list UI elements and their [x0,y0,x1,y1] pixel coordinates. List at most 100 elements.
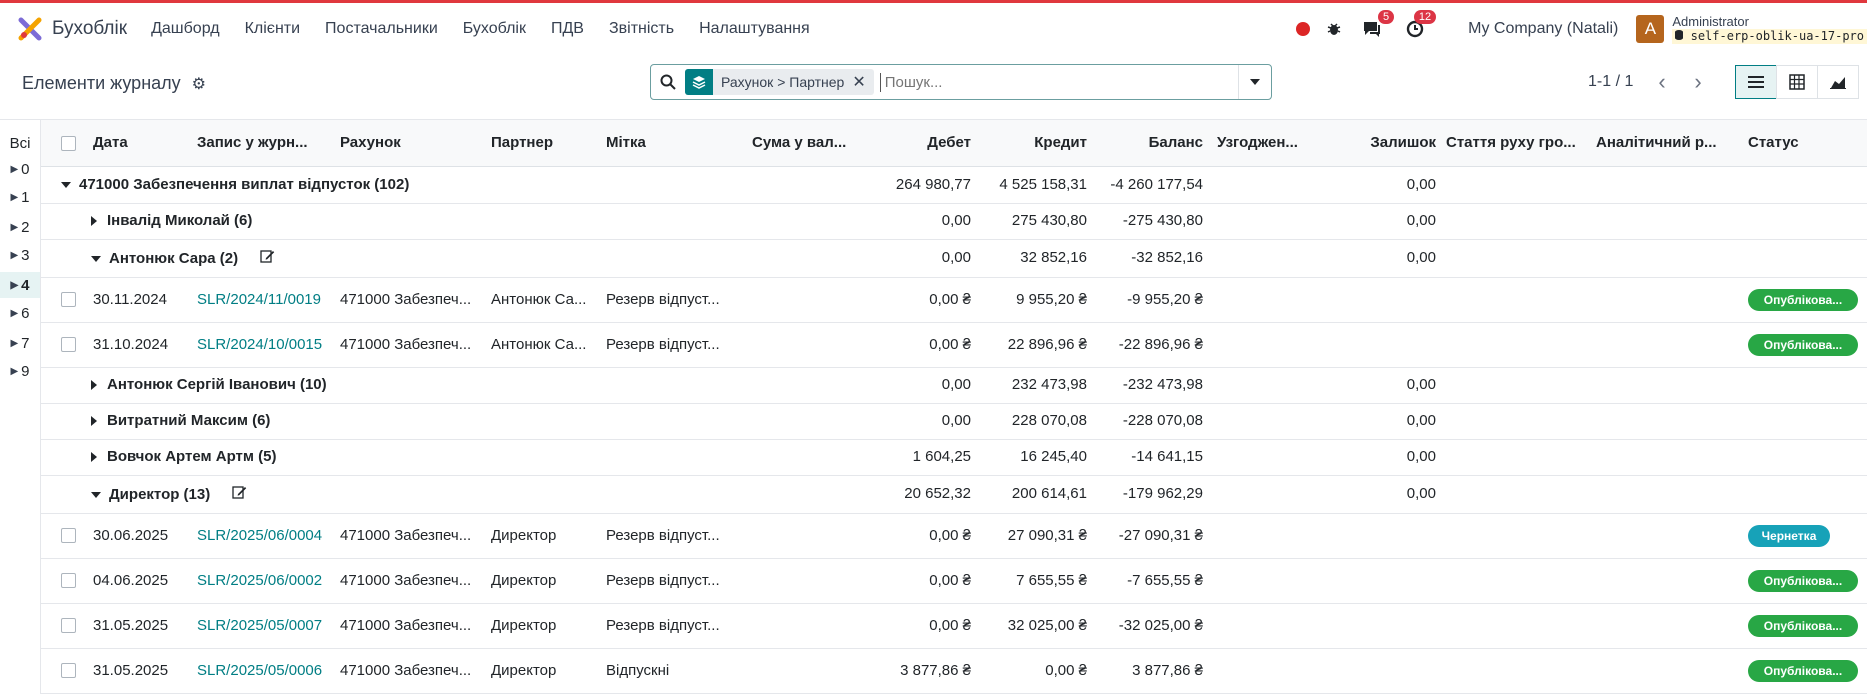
col-analytic[interactable]: Аналітичний р... [1596,134,1726,151]
company-switcher[interactable]: My Company (Natali) [1468,20,1618,38]
group-row[interactable]: Антонюк Сара (2) 0,00 32 852,16 -32 852,16 0… [41,239,1867,278]
list-view-icon [1748,76,1764,88]
group-row[interactable]: Вовчок Артем Артм (5) 1 604,25 16 245,40 -1… [41,439,1867,476]
group-row[interactable]: Інвалід Миколай (6) 0,00 275 430,80 -275 43… [41,203,1867,240]
table-row[interactable]: 31.05.2025 SLR/2025/05/0007 471000 Забезпе… [41,603,1867,649]
row-checkbox[interactable] [61,663,76,678]
pivot-view-button[interactable] [1776,65,1818,99]
menu-item-reporting[interactable]: Звітність [609,20,674,38]
row-checkbox[interactable] [61,618,76,633]
col-credit[interactable]: Кредит [987,134,1087,151]
side-item-0[interactable]: ▶ 0 [0,156,40,182]
cell-partner: Директор [491,572,557,589]
col-partner[interactable]: Партнер [491,134,553,151]
app-brand[interactable]: Бухоблік [52,18,127,40]
group-label[interactable]: Витратний Максим (6) [91,412,270,429]
user-avatar[interactable]: A [1636,15,1665,43]
cell-move-link[interactable]: SLR/2025/05/0006 [197,662,327,679]
group-debit: 0,00 [941,412,971,429]
messages-icon[interactable]: 5 [1362,10,1395,38]
facet-remove-icon[interactable]: ✕ [852,72,873,92]
cell-move-link[interactable]: SLR/2025/06/0004 [197,527,327,544]
menu-item-suppliers[interactable]: Постачальники [325,20,438,38]
row-checkbox[interactable] [61,528,76,543]
side-item-3[interactable]: ▶ 3 [0,242,40,268]
col-status[interactable]: Статус [1748,134,1799,151]
caret-right-icon [91,416,97,427]
menu-item-dashboard[interactable]: Дашборд [151,20,220,38]
side-item-6[interactable]: ▶ 6 [0,300,40,326]
cell-account: 471000 Забезпеч... [340,527,472,544]
cell-move-link[interactable]: SLR/2025/06/0002 [197,572,327,589]
row-checkbox[interactable] [61,573,76,588]
search-bar[interactable]: Рахунок > Партнер ✕ [650,64,1272,100]
groupby-facet[interactable]: Рахунок > Партнер ✕ [685,69,874,95]
search-icon[interactable] [651,74,685,90]
search-input[interactable] [879,72,1217,92]
menu-item-accounting[interactable]: Бухоблік [463,20,526,38]
pager-prev-icon[interactable]: ‹ [1645,67,1679,97]
cell-debit: 0,00 ₴ [929,336,971,353]
col-date[interactable]: Дата [93,134,128,151]
cell-account: 471000 Забезпеч... [340,617,472,634]
cell-partner: Директор [491,662,557,679]
col-cashflow[interactable]: Стаття руху гро... [1446,134,1586,151]
side-item-9[interactable]: ▶ 9 [0,358,40,384]
group-row[interactable]: Антонюк Сергій Іванович (10) 0,00 232 473,… [41,367,1867,404]
col-move[interactable]: Запис у журн... [197,134,309,151]
group-label[interactable]: Інвалід Миколай (6) [91,212,252,229]
group-label[interactable]: 471000 Забезпечення виплат відпусток (10… [61,176,409,193]
table-row[interactable]: 31.05.2025 SLR/2025/05/0006 471000 Забезпе… [41,648,1867,694]
row-checkbox[interactable] [61,292,76,307]
search-options-toggle[interactable] [1238,65,1271,99]
pager-value[interactable]: 1-1 / 1 [1588,73,1633,91]
group-debit: 20 652,32 [904,485,971,502]
group-label[interactable]: Антонюк Сара (2) [91,249,275,267]
table-row[interactable]: 04.06.2025 SLR/2025/06/0002 471000 Забезпе… [41,558,1867,604]
record-status-icon[interactable] [1296,22,1311,36]
col-balance[interactable]: Баланс [1103,134,1203,151]
table-row[interactable]: 31.10.2024 SLR/2024/10/0015 471000 Забезпе… [41,322,1867,368]
cell-move-link[interactable]: SLR/2025/05/0007 [197,617,327,634]
edit-group-icon[interactable] [260,250,275,267]
side-item-2[interactable]: ▶ 2 [0,214,40,240]
row-checkbox[interactable] [61,337,76,352]
side-item-1[interactable]: ▶ 1 [0,184,40,210]
activities-clock-icon[interactable]: 12 [1406,10,1437,38]
col-debit[interactable]: Дебет [869,134,971,151]
graph-view-button[interactable] [1817,65,1859,99]
cell-account: 471000 Забезпеч... [340,336,472,353]
list-view-button[interactable] [1735,65,1777,99]
side-item-7[interactable]: ▶ 7 [0,330,40,356]
cell-partner: Директор [491,617,557,634]
gear-icon[interactable]: ⚙ [192,76,206,93]
col-label[interactable]: Мітка [606,134,646,151]
cell-move-link[interactable]: SLR/2024/11/0019 [197,291,327,308]
debug-bug-icon[interactable] [1326,21,1342,37]
group-credit: 232 473,98 [1011,376,1087,393]
select-all-checkbox[interactable] [61,136,76,151]
group-balance: -32 852,16 [1131,249,1203,266]
col-residual[interactable]: Залишок [1341,134,1436,151]
col-amount-currency[interactable]: Сума у вал... [752,134,852,151]
side-item-all[interactable]: Всі [0,130,40,156]
cell-move-link[interactable]: SLR/2024/10/0015 [197,336,327,353]
pager-next-icon[interactable]: › [1681,67,1715,97]
user-menu[interactable]: Administrator self-erp-oblik-ua-17-pro [1672,14,1867,44]
group-label[interactable]: Директор (13) [91,485,247,503]
group-label[interactable]: Вовчок Артем Артм (5) [91,448,276,465]
col-account[interactable]: Рахунок [340,134,401,151]
group-row[interactable]: Витратний Максим (6) 0,00 228 070,08 -228 0… [41,403,1867,440]
side-item-4[interactable]: ▶ 4 [0,272,40,298]
menu-item-vat[interactable]: ПДВ [551,20,584,38]
group-row[interactable]: 471000 Забезпечення виплат відпусток (10… [41,167,1867,204]
menu-item-clients[interactable]: Клієнти [245,20,300,38]
group-label[interactable]: Антонюк Сергій Іванович (10) [91,376,327,393]
group-row[interactable]: Директор (13) 20 652,32 200 614,61 -179 962… [41,475,1867,514]
app-logo-icon[interactable] [18,17,42,41]
table-row[interactable]: 30.06.2025 SLR/2025/06/0004 471000 Забезпе… [41,513,1867,559]
col-matching[interactable]: Узгоджен... [1217,134,1312,151]
table-row[interactable]: 30.11.2024 SLR/2024/11/0019 471000 Забезпе… [41,277,1867,323]
menu-item-settings[interactable]: Налаштування [699,20,810,38]
edit-group-icon[interactable] [232,486,247,503]
